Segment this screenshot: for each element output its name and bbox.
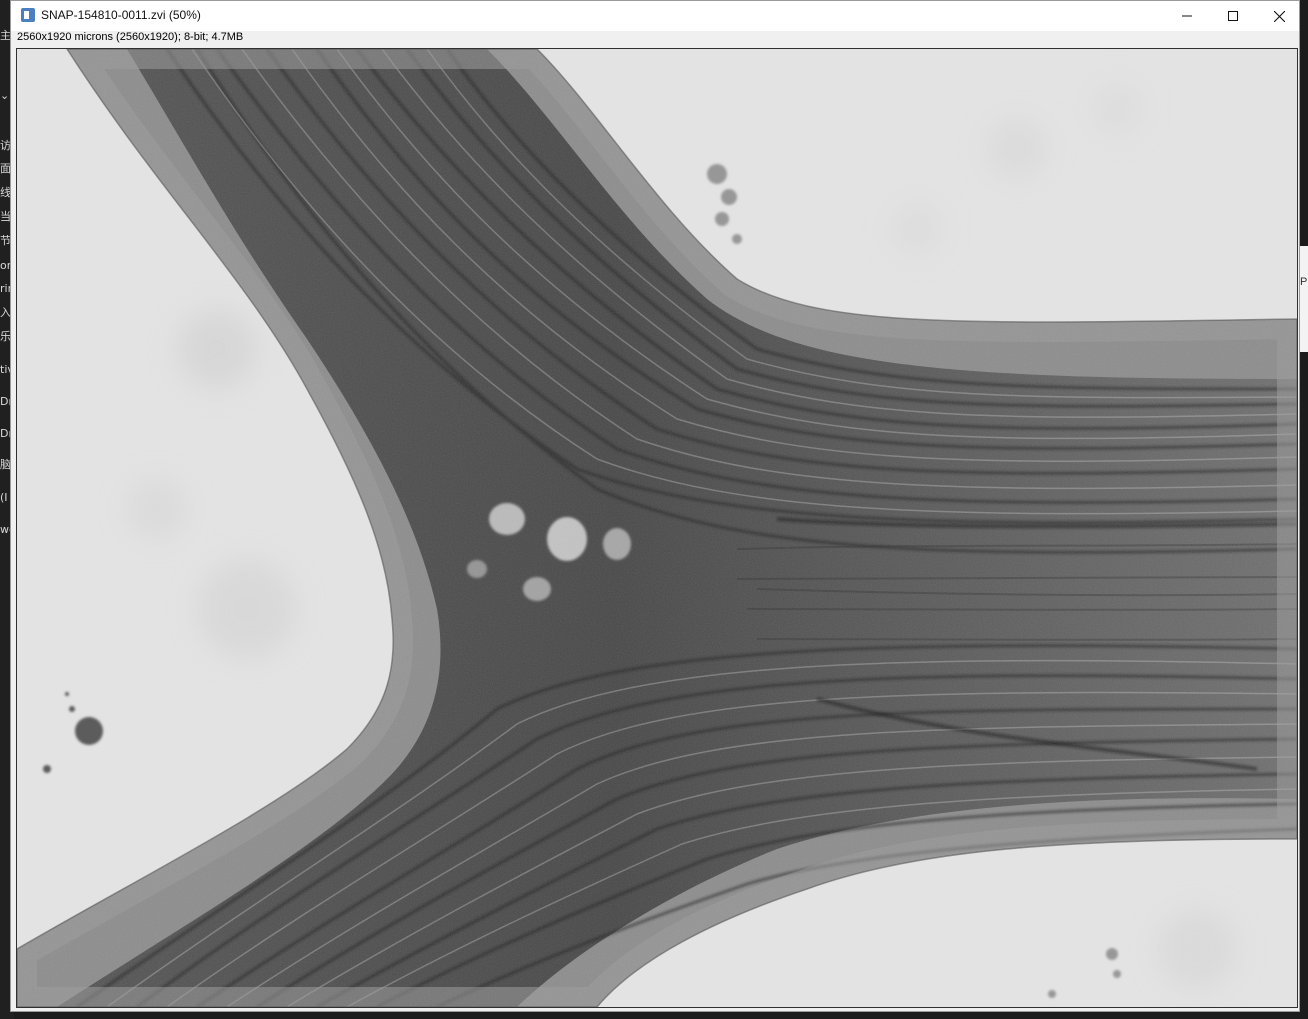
micrograph-image bbox=[17, 49, 1297, 1007]
imagej-icon bbox=[21, 8, 35, 22]
window-title: SNAP-154810-0011.zvi (50%) bbox=[41, 8, 201, 22]
image-info-label: 2560x1920 microns (2560x1920); 8-bit; 4.… bbox=[17, 31, 244, 43]
minimize-icon bbox=[1182, 15, 1192, 17]
background-panel-fragment: Pl bbox=[1300, 246, 1308, 352]
image-window[interactable]: SNAP-154810-0011.zvi (50%) 2560x1920 mic… bbox=[10, 0, 1300, 1012]
maximize-icon bbox=[1228, 11, 1238, 21]
desktop: 主 ⌄ 访 面 线 当 节 on rin 入 乐 tiv Dr Dr 脑 (I … bbox=[0, 0, 1308, 1019]
image-canvas[interactable] bbox=[16, 48, 1298, 1008]
maximize-button[interactable] bbox=[1210, 1, 1256, 31]
minimize-button[interactable] bbox=[1164, 1, 1210, 31]
close-button[interactable] bbox=[1256, 1, 1302, 31]
background-text-fragment: Pl bbox=[1300, 276, 1308, 288]
close-icon bbox=[1273, 10, 1285, 22]
background-app-strip-right bbox=[1300, 0, 1308, 1019]
title-bar[interactable]: SNAP-154810-0011.zvi (50%) bbox=[11, 1, 1299, 31]
